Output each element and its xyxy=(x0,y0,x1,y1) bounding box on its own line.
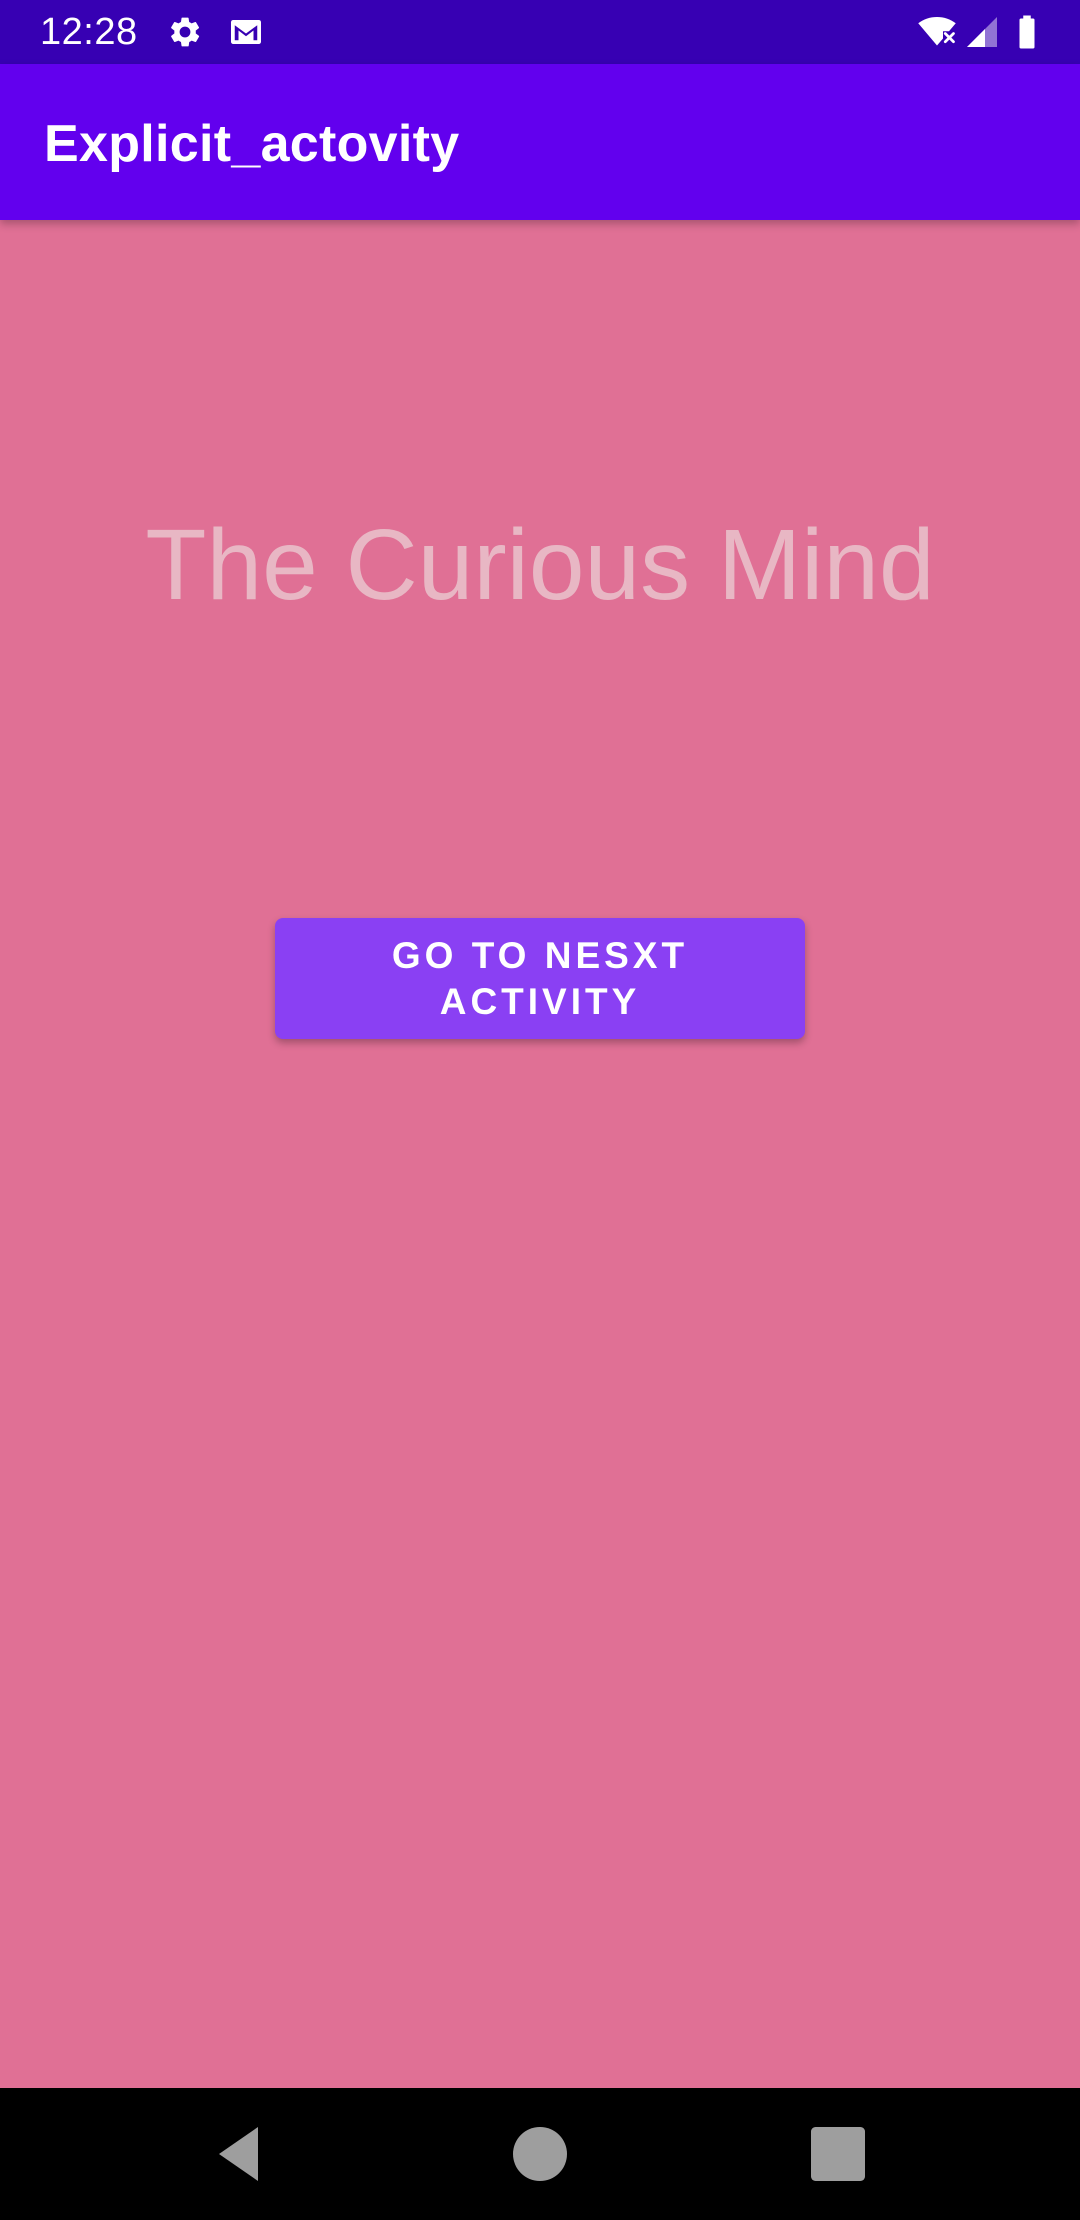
status-bar: 12:28 xyxy=(0,0,1080,64)
battery-icon xyxy=(1019,15,1035,49)
app-title: Explicit_actovity xyxy=(44,115,460,173)
home-icon[interactable] xyxy=(504,2118,576,2190)
page-heading: The Curious Mind xyxy=(145,509,935,621)
recents-icon[interactable] xyxy=(802,2118,874,2190)
app-bar: Explicit_actovity xyxy=(0,64,1080,220)
status-time: 12:28 xyxy=(40,11,138,53)
wifi-icon xyxy=(918,17,956,46)
go-to-next-activity-button[interactable]: GO TO NESXT ACTIVITY xyxy=(275,918,805,1039)
screen: 12:28 Explicit_actovity The Curious Mind… xyxy=(0,0,1080,2220)
button-label: GO TO NESXT ACTIVITY xyxy=(391,934,689,1022)
cell-signal-icon xyxy=(967,17,997,47)
settings-icon xyxy=(171,17,200,47)
navigation-bar xyxy=(0,2088,1080,2220)
back-icon[interactable] xyxy=(204,2118,276,2190)
gmail-icon xyxy=(231,20,261,44)
